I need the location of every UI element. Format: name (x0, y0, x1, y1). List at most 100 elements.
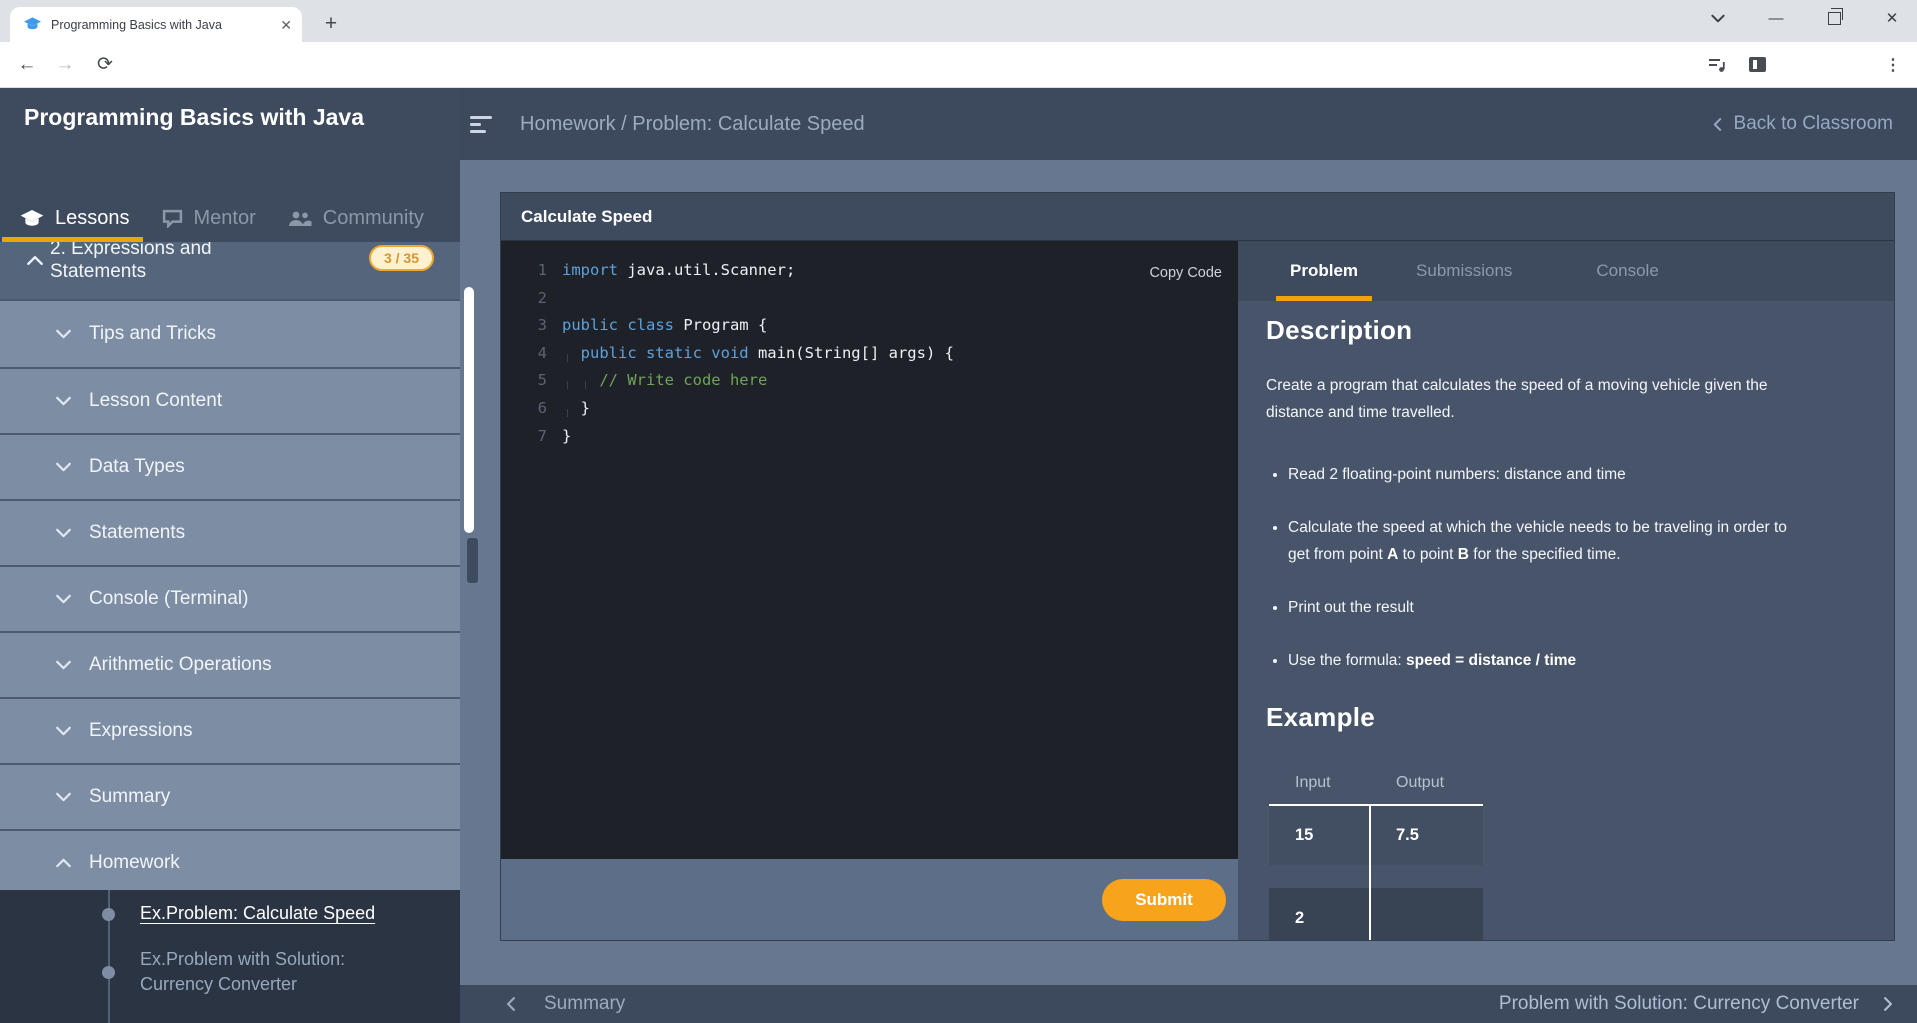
problem-card-header: Calculate Speed (501, 193, 1894, 241)
chevron-right-icon (1883, 997, 1893, 1011)
chevron-down-icon (56, 792, 71, 802)
timeline-dot (102, 966, 115, 979)
chevron-down-icon (56, 329, 71, 339)
previous-lesson-link[interactable]: Summary (504, 993, 625, 1015)
tab-close-icon[interactable]: ✕ (280, 18, 292, 32)
reload-button[interactable]: ⟳ (88, 42, 122, 87)
chevron-left-icon (506, 997, 516, 1011)
chevron-down-icon (56, 396, 71, 406)
sidebar-item[interactable]: Lesson Content (0, 367, 460, 433)
requirement-item: Print out the result (1288, 594, 1854, 621)
sidebar-item[interactable]: Data Types (0, 433, 460, 499)
input-cell: 2 (1269, 888, 1370, 940)
column-header-input: Input (1269, 774, 1370, 792)
timeline-dot (102, 908, 115, 921)
graduation-cap-icon (20, 209, 44, 228)
chevron-down-icon (56, 858, 71, 868)
sidebar-header: Programming Basics with Java Lessons Men… (0, 88, 460, 242)
code-lines: 1import java.util.Scanner;23public class… (501, 257, 1238, 450)
chat-icon (162, 209, 183, 228)
sidebar-item-label: Statements (89, 522, 185, 544)
tab-search-icon[interactable] (1694, 0, 1742, 36)
input-cell: 15 (1269, 806, 1370, 865)
sidebar-item-label: Summary (89, 786, 170, 808)
lesson-pager: Summary Problem with Solution: Currency … (460, 985, 1917, 1023)
code-line: 2 (501, 285, 1238, 313)
sidebar-item[interactable]: Arithmetic Operations (0, 631, 460, 697)
code-line: 4public static void main(String[] args) … (501, 340, 1238, 368)
back-to-classroom-link[interactable]: Back to Classroom (1711, 113, 1893, 135)
window-minimize-button[interactable]: — (1752, 0, 1800, 36)
code-line: 1import java.util.Scanner; (501, 257, 1238, 285)
sidebar-item[interactable]: Expressions (0, 697, 460, 763)
course-sidebar: Programming Basics with Java Lessons Men… (0, 88, 460, 1023)
browser-toolbar: ← → ⟳ learn.softuni.org/engine/1018/1/?t… (0, 42, 1917, 88)
panel-tabs: Problem Submissions Console (1238, 241, 1894, 301)
breadcrumb[interactable]: Homework / Problem: Calculate Speed (520, 113, 865, 136)
sidebar-item[interactable]: Console (Terminal) (0, 565, 460, 631)
sidebar-item[interactable]: Tips and Tricks (0, 301, 460, 367)
softuni-favicon (24, 17, 41, 32)
sidebar-nav-tabs: Lessons Mentor Community (0, 195, 460, 242)
sidebar-item-label: Lesson Content (89, 390, 222, 412)
tab-community[interactable]: Community (288, 195, 424, 242)
window-maximize-button[interactable] (1810, 0, 1858, 36)
side-panel-icon[interactable] (1740, 42, 1774, 87)
sidebar-item[interactable]: Statements (0, 499, 460, 565)
problem-description-pane: Description Create a program that calcul… (1238, 301, 1894, 940)
submit-button[interactable]: Submit (1102, 879, 1226, 921)
browser-tab[interactable]: Programming Basics with Java ✕ (10, 7, 302, 42)
description-heading: Description (1266, 315, 1854, 345)
homework-sublist: Ex.Problem: Calculate Speed Ex.Problem w… (0, 890, 460, 1023)
sidebar-item-label: Homework (89, 852, 180, 874)
tab-mentor[interactable]: Mentor (162, 195, 256, 242)
chevron-down-icon (56, 462, 71, 472)
forward-button[interactable]: → (48, 42, 82, 87)
code-column: Copy Code 1import java.util.Scanner;23pu… (501, 241, 1238, 940)
chevron-down-icon (56, 594, 71, 604)
chevron-down-icon (56, 528, 71, 538)
output-cell: 7.5 (1370, 806, 1483, 865)
sidebar-item-label: Data Types (89, 456, 185, 478)
sidebar-scrollbar-thumb[interactable] (464, 287, 474, 533)
tab-title: Programming Basics with Java (51, 18, 280, 32)
copy-code-button[interactable]: Copy Code (1149, 260, 1222, 288)
tab-mentor-label: Mentor (194, 207, 256, 230)
browser-menu-icon[interactable]: ⋮ (1876, 42, 1910, 87)
problem-panel: Problem Submissions Console Description … (1238, 241, 1894, 940)
tab-submissions[interactable]: Submissions (1402, 241, 1526, 301)
code-editor[interactable]: Copy Code 1import java.util.Scanner;23pu… (501, 241, 1238, 859)
back-button[interactable]: ← (10, 42, 44, 87)
requirement-item: Read 2 floating-point numbers: distance … (1288, 461, 1854, 488)
tab-lessons[interactable]: Lessons (20, 195, 130, 242)
description-text: Create a program that calculates the spe… (1266, 372, 1854, 426)
sidebar-item[interactable]: Summary (0, 763, 460, 829)
tab-problem[interactable]: Problem (1276, 241, 1372, 301)
next-lesson-link[interactable]: Problem with Solution: Currency Converte… (1499, 993, 1895, 1015)
tab-console[interactable]: Console (1582, 241, 1672, 301)
homework-item-calculate-speed[interactable]: Ex.Problem: Calculate Speed (140, 903, 375, 924)
media-controls-icon[interactable] (1700, 42, 1734, 87)
progress-badge: 3 / 35 (369, 245, 434, 271)
homework-item-currency-converter[interactable]: Ex.Problem with Solution: Currency Conve… (140, 947, 390, 997)
browser-tab-strip: Programming Basics with Java ✕ + — ✕ (0, 0, 1917, 42)
example-table-header: Input Output (1269, 762, 1483, 806)
sidebar-item-label: Tips and Tricks (89, 323, 216, 345)
chevron-down-icon (56, 660, 71, 670)
splitter-handle[interactable] (466, 537, 479, 584)
code-line: 3public class Program { (501, 312, 1238, 340)
course-title: Programming Basics with Java (24, 103, 369, 132)
window-close-button[interactable]: ✕ (1868, 0, 1916, 36)
problem-title: Calculate Speed (521, 207, 652, 227)
new-tab-button[interactable]: + (316, 9, 346, 39)
requirements-list: Read 2 floating-point numbers: distance … (1266, 461, 1854, 674)
table-row: 15 7.5 (1269, 806, 1483, 865)
example-table: Input Output 15 7.5 2 (1269, 762, 1483, 940)
sidebar-item[interactable]: Homework (0, 829, 460, 895)
output-cell (1370, 888, 1483, 940)
code-line: 7} (501, 423, 1238, 451)
table-column-divider (1369, 804, 1371, 940)
menu-icon[interactable] (470, 116, 496, 133)
table-row: 2 (1269, 888, 1483, 940)
module-section-header[interactable]: 2. Expressions and Statements 3 / 35 (0, 242, 460, 301)
